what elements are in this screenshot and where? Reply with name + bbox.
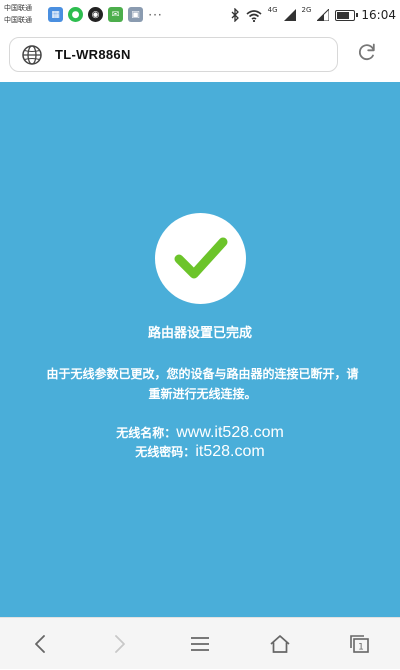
browser-toolbar: TL-WR886N: [0, 30, 400, 82]
globe-icon: [22, 45, 42, 65]
page-title: 路由器设置已完成: [147, 326, 252, 341]
password-label: 无线密码：: [135, 445, 196, 459]
home-icon: [270, 635, 290, 653]
tabs-button[interactable]: 1: [330, 618, 390, 670]
password-info: 无线密码：it528.com: [0, 443, 400, 461]
carrier-line-1: 中国联通: [4, 4, 32, 12]
success-badge: [155, 213, 246, 304]
reload-icon[interactable]: [356, 41, 378, 63]
app-notification-icon: ▦: [48, 7, 63, 22]
qq-icon: ◉: [88, 7, 103, 22]
wifi-icon: [246, 9, 262, 22]
notification-icons: ▦ ● ◉ ✉ ▣ ···: [48, 7, 163, 22]
checkmark-icon: [174, 237, 228, 279]
clock: 16:04: [361, 8, 396, 22]
back-button[interactable]: [10, 618, 70, 670]
url-text: TL-WR886N: [55, 47, 131, 62]
image-icon: ▣: [128, 7, 143, 22]
forward-button[interactable]: [90, 618, 150, 670]
forward-arrow-icon: [115, 635, 125, 653]
battery-icon: [335, 9, 359, 21]
disconnect-message: 由于无线参数已更改，您的设备与路由器的连接已断开，请重新进行无线连接。: [46, 367, 359, 401]
more-notifications-icon: ···: [148, 7, 163, 22]
network-type-2: 2G: [301, 6, 312, 14]
ssid-label: 无线名称：: [116, 426, 177, 440]
network-type-1: 4G: [267, 6, 278, 14]
carrier-info: 中国联通 中国联通: [4, 2, 32, 26]
menu-button[interactable]: [170, 618, 230, 670]
wechat-icon: ●: [68, 7, 83, 22]
ssid-info: 无线名称：www.it528.com: [0, 424, 400, 442]
carrier-line-2: 中国联通: [4, 16, 32, 24]
bluetooth-icon: [231, 8, 239, 22]
address-bar[interactable]: TL-WR886N: [9, 37, 338, 72]
menu-icon: [191, 637, 209, 651]
setup-complete-page: 路由器设置已完成 由于无线参数已更改，您的设备与路由器的连接已断开，请重新进行无…: [0, 82, 400, 617]
signal-icon-2: [317, 9, 330, 21]
home-button[interactable]: [250, 618, 310, 670]
signal-icon-1: [283, 9, 296, 21]
back-arrow-icon: [35, 635, 45, 653]
ssid-value: www.it528.com: [176, 424, 284, 441]
browser-bottom-nav: 1: [0, 617, 400, 669]
system-icons: 4G 2G 16:04: [231, 4, 396, 26]
svg-text:1: 1: [358, 643, 364, 653]
tabs-icon: 1: [350, 635, 369, 653]
message-icon: ✉: [108, 7, 123, 22]
status-bar: 中国联通 中国联通 ▦ ● ◉ ✉ ▣ ··· 4G 2G 16:04: [0, 0, 400, 30]
password-value: it528.com: [195, 443, 265, 460]
